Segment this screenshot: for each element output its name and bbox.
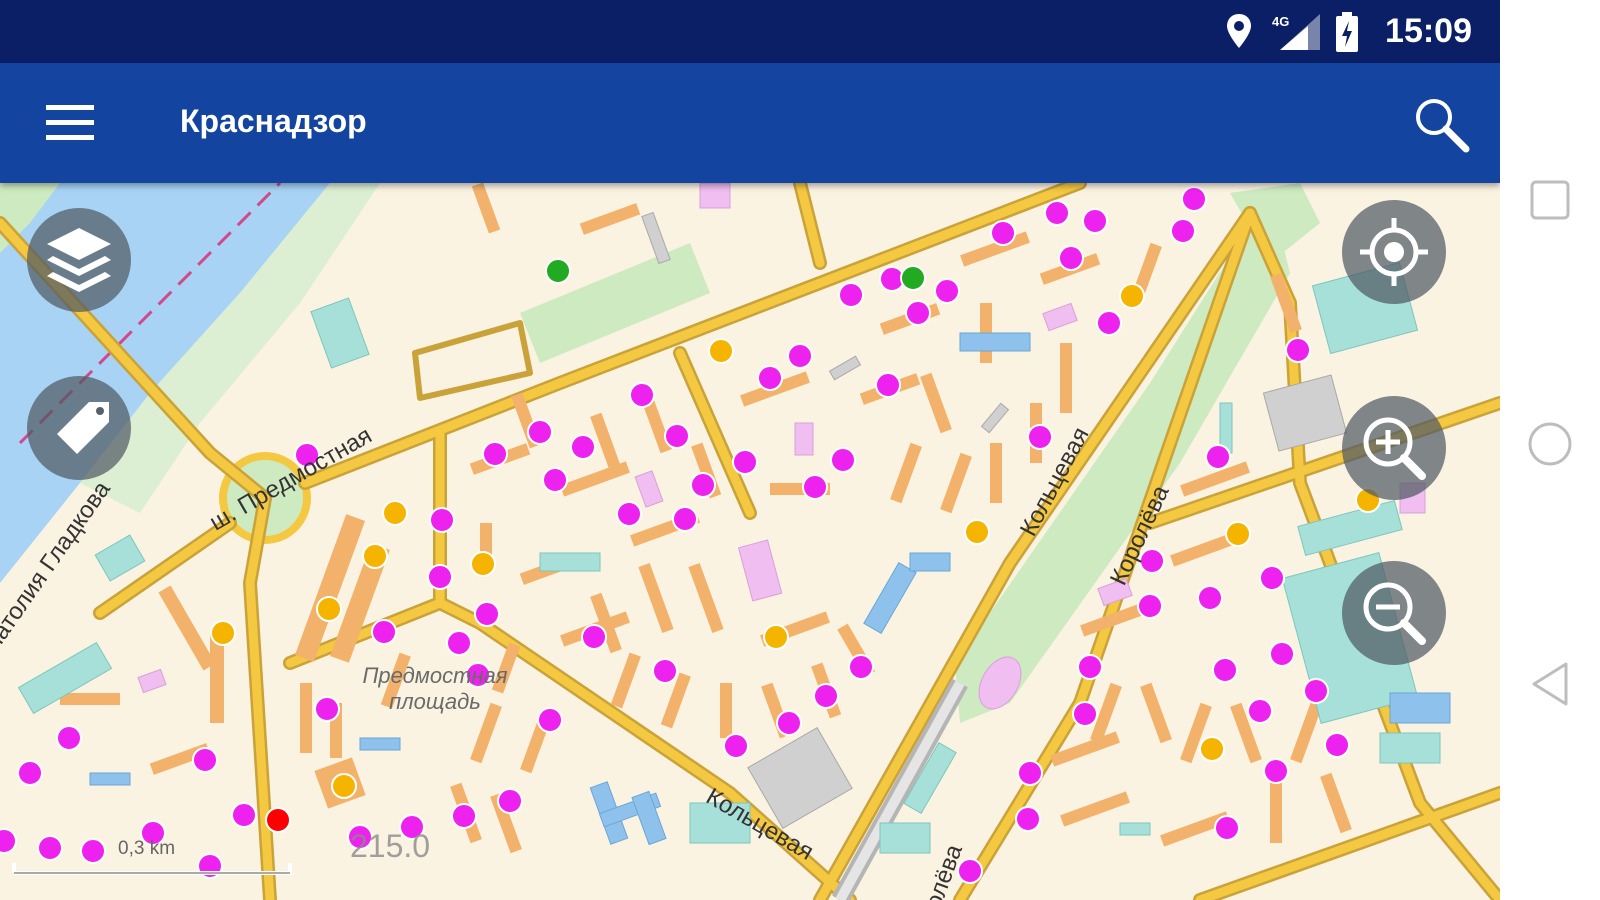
app-title: Краснадзор bbox=[180, 103, 367, 139]
zoom-out-icon bbox=[1363, 582, 1426, 645]
place-label: Предмостная площадь bbox=[362, 663, 508, 714]
red-marker bbox=[265, 807, 291, 833]
svg-text:4G: 4G bbox=[1272, 14, 1289, 29]
map-canvas[interactable] bbox=[0, 176, 1500, 900]
zoom-level-label: 215.0 bbox=[350, 828, 431, 864]
back-icon[interactable] bbox=[1528, 660, 1572, 708]
status-bar: 4G 15:09 bbox=[0, 0, 1500, 63]
search-button[interactable] bbox=[1410, 93, 1472, 155]
map-view[interactable]: Анатолия Гладкова ш. Предмостная Кольцев… bbox=[0, 176, 1500, 900]
zoom-in-icon bbox=[1363, 417, 1426, 480]
hamburger-menu-icon bbox=[46, 105, 94, 140]
hamburger-menu-button[interactable] bbox=[44, 101, 96, 145]
location-icon bbox=[1227, 14, 1251, 48]
signal-4g-icon: 4G bbox=[1272, 14, 1320, 50]
app-screen: Анатолия Гладкова ш. Предмостная Кольцев… bbox=[0, 0, 1500, 900]
my-location-button[interactable] bbox=[1342, 200, 1446, 304]
system-nav-bar bbox=[1500, 0, 1600, 900]
scale-label: 0,3 km bbox=[118, 838, 176, 859]
status-clock: 15:09 bbox=[1385, 12, 1472, 50]
tag-icon bbox=[57, 402, 109, 454]
app-bar: Краснадзор bbox=[0, 63, 1500, 183]
my-location-icon bbox=[1360, 218, 1428, 286]
zoom-out-button[interactable] bbox=[1342, 561, 1446, 665]
battery-charging-icon bbox=[1336, 12, 1358, 52]
layers-button[interactable] bbox=[27, 208, 131, 312]
tag-button[interactable] bbox=[27, 376, 131, 480]
home-icon[interactable] bbox=[1526, 420, 1574, 468]
recent-apps-icon[interactable] bbox=[1528, 178, 1572, 222]
layers-icon bbox=[47, 228, 111, 292]
search-icon bbox=[1416, 99, 1470, 153]
zoom-in-button[interactable] bbox=[1342, 396, 1446, 500]
